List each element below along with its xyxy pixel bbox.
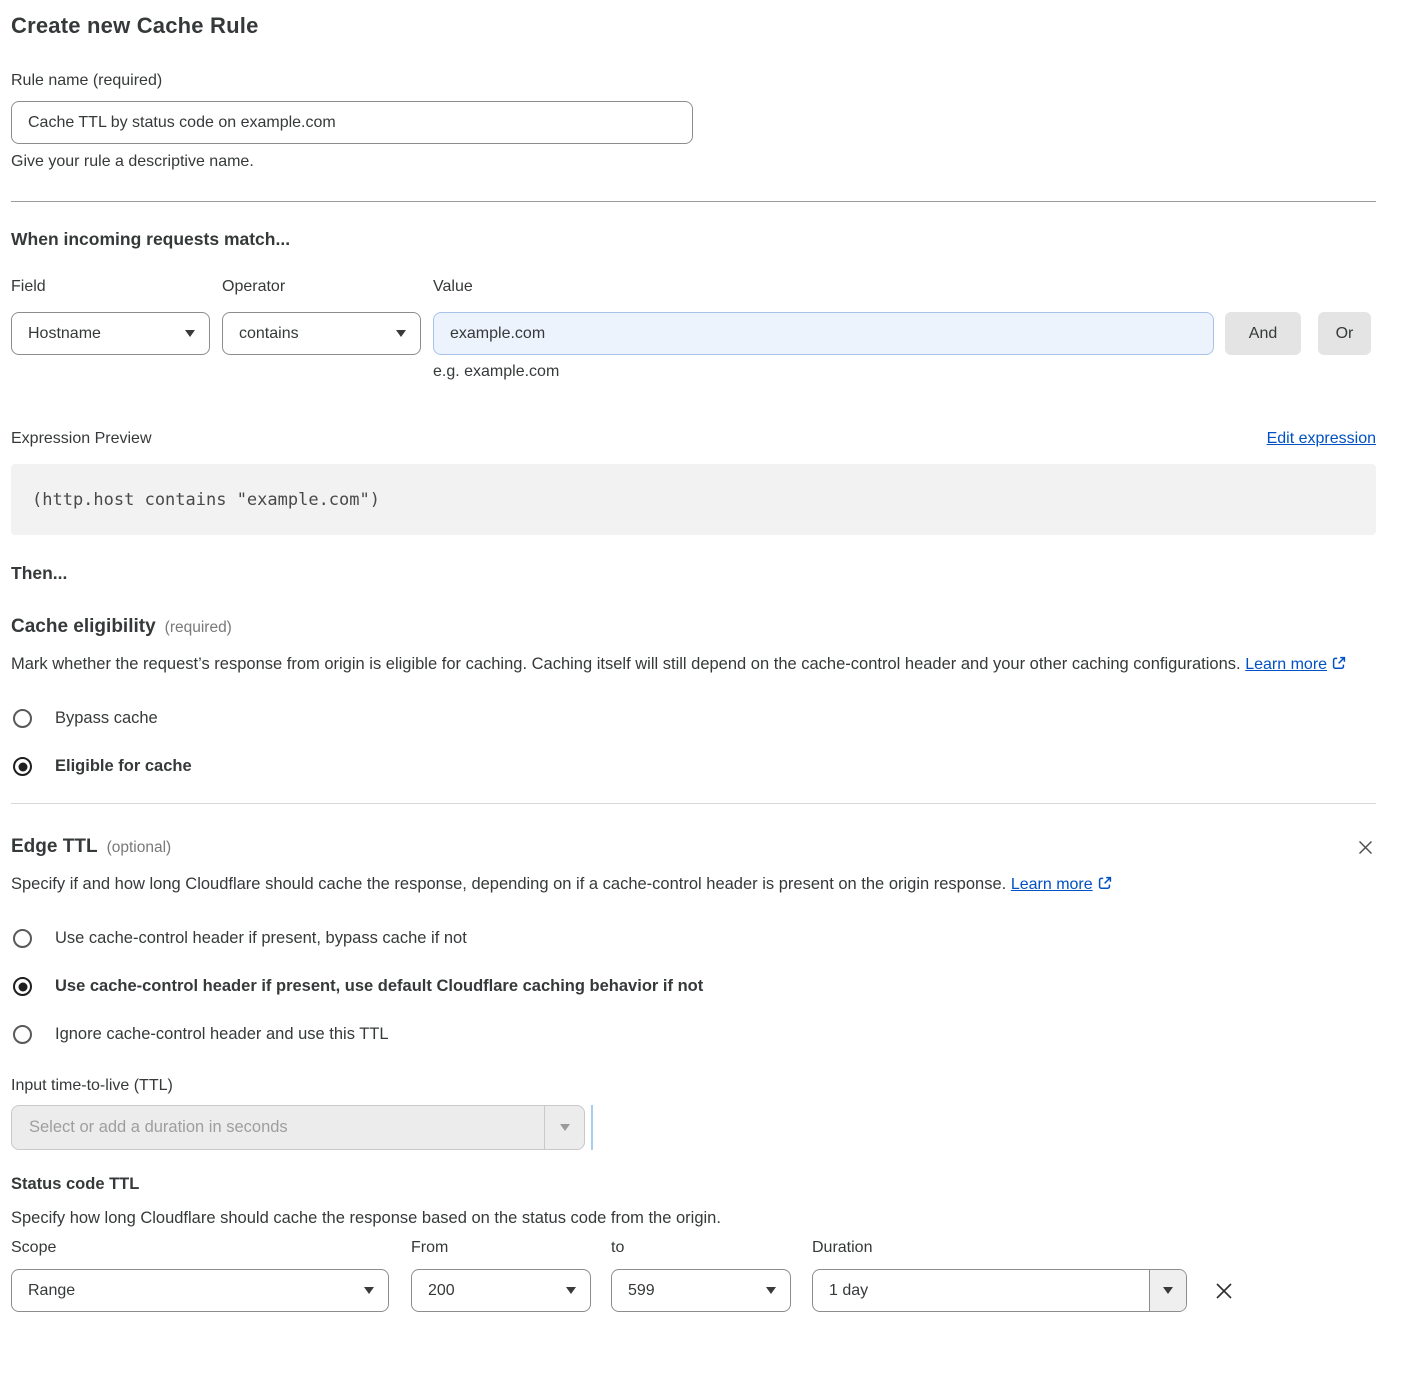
- dropdown-arrow-button[interactable]: [544, 1106, 584, 1149]
- radio-button[interactable]: [13, 1025, 32, 1044]
- status-code-ttl-description: Specify how long Cloudflare should cache…: [11, 1209, 1376, 1228]
- radio-label: Ignore cache-control header and use this…: [55, 1025, 389, 1044]
- edge-ttl-header: Edge TTL (optional): [11, 836, 1376, 858]
- cache-eligibility-header: Cache eligibility (required): [11, 616, 1376, 638]
- edge-ttl-option-bypass[interactable]: Use cache-control header if present, byp…: [11, 929, 1376, 948]
- external-link-icon: [1097, 872, 1113, 900]
- rule-name-input[interactable]: [11, 101, 693, 144]
- expression-code: (http.host contains "example.com"): [32, 490, 380, 510]
- chevron-down-icon: [766, 1287, 776, 1294]
- match-condition-row: Field Hostname Operator contains Value e…: [11, 278, 1376, 381]
- status-code-ttl-row: Range 200 599 1 day: [11, 1269, 1376, 1312]
- bypass-cache-option[interactable]: Bypass cache: [11, 709, 1376, 728]
- field-select-value: Hostname: [28, 325, 101, 343]
- radio-button[interactable]: [13, 757, 32, 776]
- cache-eligibility-qualifier: (required): [165, 619, 232, 637]
- edge-ttl-qualifier: (optional): [107, 839, 172, 857]
- operator-select[interactable]: contains: [222, 312, 421, 355]
- from-select[interactable]: 200: [411, 1269, 591, 1312]
- operator-label: Operator: [222, 278, 421, 296]
- chevron-down-icon: [396, 330, 406, 337]
- delete-row-icon[interactable]: [1212, 1279, 1236, 1303]
- edit-expression-link[interactable]: Edit expression: [1267, 430, 1376, 448]
- field-column: Field Hostname: [11, 278, 210, 355]
- to-select[interactable]: 599: [611, 1269, 791, 1312]
- ttl-input-label: Input time-to-live (TTL): [11, 1077, 1376, 1095]
- expression-preview-box: (http.host contains "example.com"): [11, 464, 1376, 535]
- value-hint: e.g. example.com: [433, 363, 1214, 381]
- status-code-ttl-labels: Scope From to Duration: [11, 1239, 1376, 1257]
- duration-select[interactable]: 1 day: [812, 1269, 1187, 1312]
- chevron-down-icon: [1163, 1287, 1173, 1294]
- chevron-down-icon: [566, 1287, 576, 1294]
- edge-ttl-option-ignore[interactable]: Ignore cache-control header and use this…: [11, 1025, 1376, 1044]
- value-column: Value e.g. example.com: [433, 278, 1214, 381]
- section-divider: [11, 201, 1376, 202]
- external-link-icon: [1331, 652, 1347, 680]
- or-button[interactable]: Or: [1318, 312, 1371, 355]
- from-select-value: 200: [428, 1282, 455, 1300]
- page-title: Create new Cache Rule: [11, 13, 1376, 39]
- radio-button[interactable]: [13, 929, 32, 948]
- chevron-down-icon: [560, 1124, 570, 1131]
- edge-ttl-title: Edge TTL: [11, 836, 98, 858]
- cache-eligibility-learn-more-link[interactable]: Learn more: [1245, 656, 1327, 673]
- radio-label: Bypass cache: [55, 709, 158, 728]
- cache-eligibility-description: Mark whether the request’s response from…: [11, 650, 1351, 680]
- dropdown-arrow-button[interactable]: [1149, 1270, 1186, 1311]
- text-cursor-indicator: [591, 1105, 593, 1150]
- to-select-value: 599: [628, 1282, 655, 1300]
- edge-ttl-description: Specify if and how long Cloudflare shoul…: [11, 870, 1116, 900]
- field-select[interactable]: Hostname: [11, 312, 210, 355]
- radio-button[interactable]: [13, 709, 32, 728]
- rule-name-help: Give your rule a descriptive name.: [11, 153, 1376, 171]
- field-label: Field: [11, 278, 210, 296]
- edge-ttl-option-default[interactable]: Use cache-control header if present, use…: [11, 977, 1376, 996]
- operator-column: Operator contains: [210, 278, 421, 355]
- eligible-for-cache-option[interactable]: Eligible for cache: [11, 757, 1376, 776]
- and-button[interactable]: And: [1225, 312, 1301, 355]
- radio-button[interactable]: [13, 977, 32, 996]
- operator-select-value: contains: [239, 325, 299, 343]
- edge-ttl-learn-more-link[interactable]: Learn more: [1011, 876, 1093, 893]
- match-heading: When incoming requests match...: [11, 229, 1376, 250]
- expression-header: Expression Preview Edit expression: [11, 430, 1376, 448]
- status-code-ttl-title: Status code TTL: [11, 1175, 1376, 1194]
- value-label: Value: [433, 278, 1214, 296]
- chevron-down-icon: [185, 330, 195, 337]
- to-label: to: [611, 1239, 791, 1257]
- duration-label: Duration: [812, 1239, 872, 1257]
- scope-label: Scope: [11, 1239, 389, 1257]
- expression-preview-label: Expression Preview: [11, 430, 152, 448]
- cache-eligibility-description-text: Mark whether the request’s response from…: [11, 655, 1241, 673]
- from-label: From: [411, 1239, 591, 1257]
- then-heading: Then...: [11, 563, 1376, 584]
- value-input[interactable]: [433, 312, 1214, 355]
- close-icon[interactable]: [1356, 838, 1375, 857]
- duration-select-value: 1 day: [813, 1270, 1149, 1311]
- ttl-duration-select[interactable]: Select or add a duration in seconds: [11, 1105, 585, 1150]
- edge-ttl-description-text: Specify if and how long Cloudflare shoul…: [11, 875, 1006, 893]
- scope-select-value: Range: [28, 1282, 75, 1300]
- chevron-down-icon: [364, 1287, 374, 1294]
- scope-select[interactable]: Range: [11, 1269, 389, 1312]
- cache-eligibility-title: Cache eligibility: [11, 616, 156, 638]
- ttl-duration-placeholder: Select or add a duration in seconds: [12, 1106, 544, 1149]
- section-divider: [11, 803, 1376, 804]
- radio-label: Use cache-control header if present, byp…: [55, 929, 467, 948]
- rule-name-label: Rule name (required): [11, 72, 1376, 90]
- radio-label: Use cache-control header if present, use…: [55, 977, 703, 996]
- radio-label: Eligible for cache: [55, 757, 192, 776]
